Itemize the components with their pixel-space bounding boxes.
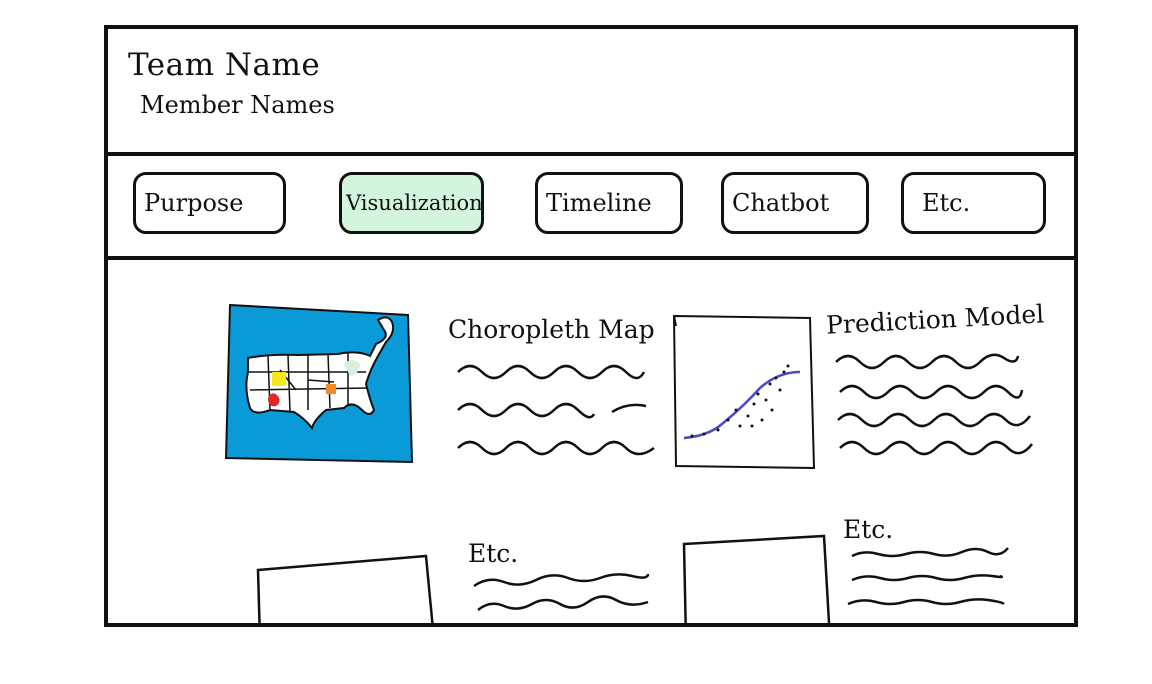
prediction-model-description [835, 353, 1033, 456]
etc-title-left[interactable]: Etc. [468, 539, 518, 568]
page-header: Team Name Member Names [108, 29, 1074, 156]
choropleth-description [457, 364, 655, 456]
tab-timeline[interactable]: Timeline [535, 172, 683, 234]
tab-visualizations[interactable]: Visualizations [339, 172, 484, 234]
choropleth-map-thumbnail[interactable] [224, 303, 414, 464]
highlight-orange [326, 384, 336, 394]
placeholder-image-right[interactable] [682, 534, 831, 623]
page-frame: Team Name Member Names Purpose Visualiza… [104, 25, 1078, 627]
highlight-yellow [272, 372, 286, 386]
etc-description-right [847, 547, 1009, 606]
prediction-model-thumbnail[interactable] [672, 314, 816, 470]
choropleth-map-title[interactable]: Choropleth Map [448, 315, 655, 344]
etc-description-left [473, 573, 650, 611]
tab-chatbot[interactable]: Chatbot [721, 172, 869, 234]
etc-title-right[interactable]: Etc. [843, 515, 893, 544]
tab-purpose[interactable]: Purpose [133, 172, 286, 234]
nav-tabs: Purpose Visualizations Timeline Chatbot … [108, 156, 1074, 260]
team-name: Team Name [128, 47, 321, 83]
member-names: Member Names [140, 91, 335, 119]
tab-etc[interactable]: Etc. [901, 172, 1046, 234]
placeholder-image-left[interactable] [256, 554, 434, 623]
visualizations-content: Choropleth Map Prediction Model Etc. Etc… [108, 260, 1074, 623]
